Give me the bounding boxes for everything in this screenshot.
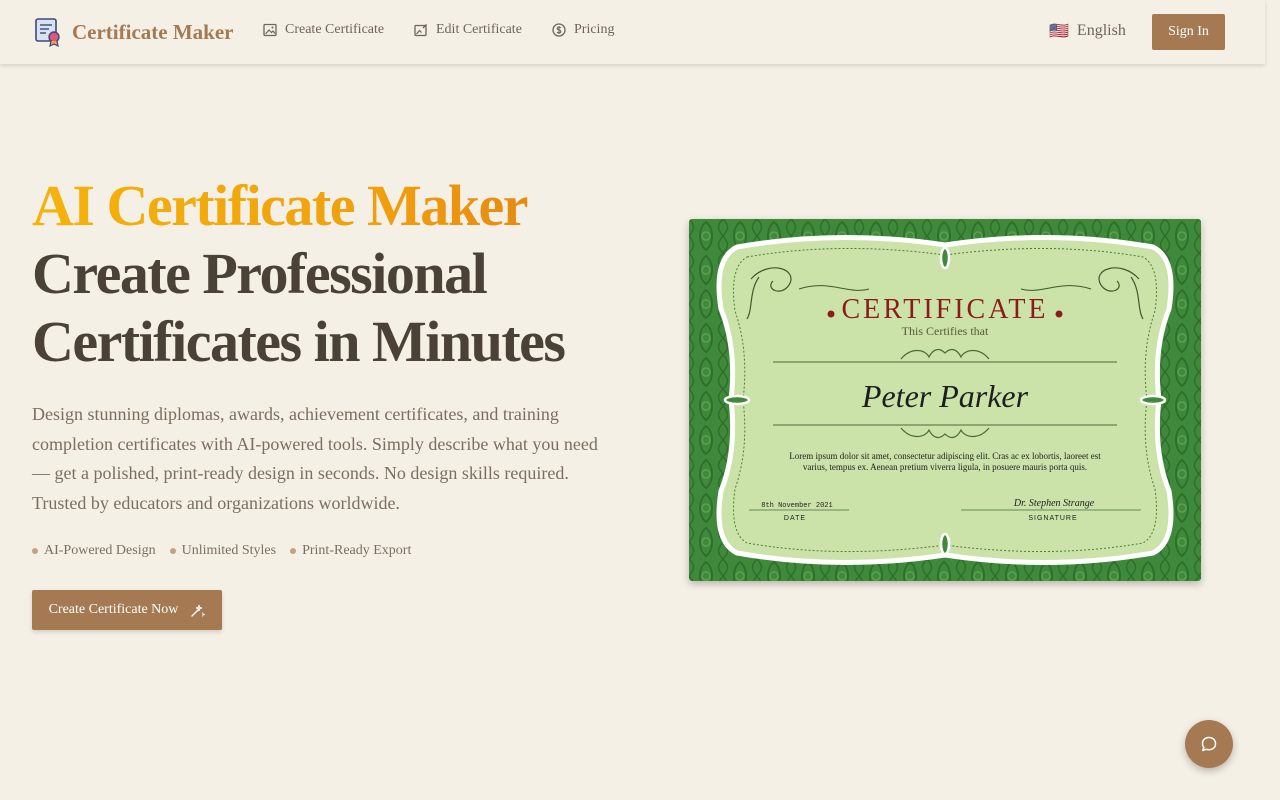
- image-edit-icon: [414, 24, 427, 37]
- certificate-subheading: This Certifies that: [902, 324, 989, 338]
- sign-in-button[interactable]: Sign In: [1152, 14, 1225, 50]
- certificate-date-value: 8th November 2021: [761, 502, 832, 510]
- create-certificate-now-button[interactable]: Create Certificate Now: [32, 590, 222, 630]
- certificate-signature-value: Dr. Stephen Strange: [1013, 498, 1095, 509]
- nav-edit-certificate[interactable]: Edit Certificate: [414, 22, 522, 38]
- cta-label: Create Certificate Now: [48, 602, 179, 617]
- bullet-dot-icon: [290, 548, 297, 554]
- language-label: English: [1076, 21, 1126, 39]
- feature-label: Print-Ready Export: [302, 543, 412, 558]
- certificate-heading: CERTIFICATE: [841, 294, 1048, 325]
- nav-pricing[interactable]: Pricing: [552, 22, 614, 38]
- us-flag-icon: 🇺🇸: [1049, 21, 1069, 40]
- language-selector[interactable]: 🇺🇸 English: [1049, 21, 1126, 40]
- feature-label: Unlimited Styles: [181, 543, 277, 558]
- certificate-signature-label: SIGNATURE: [1028, 515, 1077, 522]
- feature-item: AI-Powered Design: [32, 543, 156, 559]
- feature-item: Print-Ready Export: [290, 543, 411, 559]
- magic-wand-icon: [191, 604, 206, 617]
- chat-bubble-icon: [1201, 736, 1217, 752]
- certificate-preview: CERTIFICATE This Certifies that Peter Pa…: [689, 219, 1201, 581]
- bullet-dot-icon: [32, 548, 38, 554]
- nav-create-label: Create Certificate: [285, 22, 385, 37]
- hero-title-line3: Certificates in Minutes: [32, 309, 566, 374]
- nav-create-certificate[interactable]: Create Certificate: [263, 22, 384, 38]
- hero-title-accent: AI Certificate Maker: [32, 172, 652, 240]
- certificate-logo-icon[interactable]: [34, 17, 64, 47]
- dollar-circle-icon: [552, 23, 566, 37]
- hero-title-line2: Create Professional: [32, 241, 488, 306]
- image-icon: [263, 23, 277, 37]
- certificate-body-line2: varius, tempus ex. Aenean pretium viverr…: [803, 462, 1087, 472]
- certificate-recipient-name: Peter Parker: [861, 378, 1029, 414]
- bullet-dot-icon: [169, 548, 176, 554]
- nav-pricing-label: Pricing: [574, 22, 615, 37]
- brand-name[interactable]: Certificate Maker: [72, 20, 234, 45]
- feature-item: Unlimited Styles: [169, 543, 277, 559]
- nav-edit-label: Edit Certificate: [436, 22, 522, 37]
- hero-description: Design stunning diplomas, awards, achiev…: [32, 404, 598, 513]
- certificate-image: CERTIFICATE This Certifies that Peter Pa…: [689, 219, 1201, 581]
- feature-label: AI-Powered Design: [44, 543, 156, 558]
- certificate-date-label: DATE: [784, 515, 806, 522]
- certificate-body-line1: Lorem ipsum dolor sit amet, consectetur …: [789, 451, 1101, 461]
- site-header: Certificate Maker Create Certificate Edi…: [0, 0, 1265, 64]
- feature-list: AI-Powered Design Unlimited Styles Print…: [32, 543, 411, 559]
- chat-button[interactable]: [1185, 720, 1233, 768]
- hero-title: AI Certificate Maker Create Professional…: [32, 172, 652, 376]
